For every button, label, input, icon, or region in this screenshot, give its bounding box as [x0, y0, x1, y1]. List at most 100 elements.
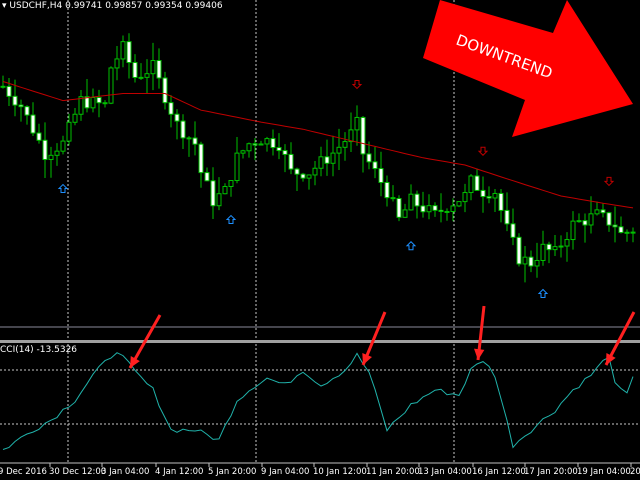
candle-body: [162, 77, 168, 104]
candle-body: [96, 97, 102, 104]
sell-arrow-icon: [603, 176, 615, 187]
collapse-icon[interactable]: ▾: [2, 1, 7, 11]
time-tick-label: 19 Jan 04:00: [577, 467, 631, 477]
candle-body: [18, 104, 24, 108]
time-tick-label: 20: [630, 467, 640, 477]
time-tick-label: 30 Dec 12:00: [49, 467, 107, 477]
candle-body: [402, 209, 408, 218]
candle-body: [210, 180, 216, 207]
candle-body: [12, 95, 18, 106]
candle-body: [570, 220, 576, 241]
time-tick-label: 4 Jan 12:00: [155, 467, 204, 477]
candle-body: [216, 193, 222, 207]
candle-body: [138, 76, 144, 79]
candle-body: [192, 137, 198, 145]
sell-arrow-icon: [477, 146, 489, 156]
candle-body: [378, 168, 384, 183]
candle-body: [342, 141, 348, 148]
candle-body: [324, 156, 330, 164]
candle-body: [144, 73, 150, 78]
candle-body: [468, 175, 474, 194]
buy-arrow-icon: [57, 183, 69, 194]
candle-body: [414, 193, 420, 207]
candle-body: [618, 226, 624, 234]
candle-body: [498, 192, 504, 211]
candle-body: [36, 132, 42, 141]
candle-body: [120, 41, 126, 60]
candle-body: [384, 181, 390, 199]
candle-body: [450, 205, 456, 212]
candle-body: [54, 150, 60, 156]
candle-body: [540, 243, 546, 261]
candle-body: [180, 120, 186, 139]
time-tick-label: 16 Jan 12:00: [472, 467, 526, 477]
candle-body: [522, 256, 528, 265]
candle-body: [48, 154, 54, 161]
candle-body: [312, 167, 318, 176]
chart-title: ▾ USDCHF,H4 0.99741 0.99857 0.99354 0.99…: [2, 1, 223, 11]
candle-body: [510, 223, 516, 238]
sell-arrow-icon: [351, 79, 363, 90]
candle-body: [150, 60, 156, 75]
symbol-label: USDCHF,H4: [9, 1, 63, 11]
time-tick-label: 9 Dec 2016: [0, 467, 47, 477]
candle-body: [282, 150, 288, 155]
candle-body: [360, 116, 366, 155]
cci-line: [2, 352, 634, 450]
candle-body: [462, 192, 468, 203]
buy-arrow-icon: [537, 288, 549, 298]
candle-body: [588, 213, 594, 226]
candle-body: [90, 97, 96, 109]
candle-body: [306, 174, 312, 179]
candle-body: [294, 168, 300, 175]
time-tick-label: 17 Jan 20:00: [524, 467, 578, 477]
candle-body: [582, 220, 588, 226]
candle-body: [576, 220, 582, 223]
candle-body: [318, 156, 324, 169]
time-tick-label: 13 Jan 04:00: [418, 467, 472, 477]
ohlc-values: 0.99741 0.99857 0.99354 0.99406: [65, 1, 223, 11]
candle-body: [252, 143, 258, 146]
candle-body: [516, 236, 522, 265]
candle-body: [438, 209, 444, 212]
candle-body: [600, 209, 606, 214]
candle-body: [528, 256, 534, 267]
candle-body: [456, 201, 462, 207]
candle-body: [594, 209, 600, 215]
candle-body: [198, 143, 204, 174]
pane-splitter[interactable]: [0, 340, 640, 343]
candle-body: [534, 259, 540, 267]
candle-body: [546, 243, 552, 251]
candle-body: [354, 116, 360, 131]
candle-body: [366, 153, 372, 163]
candle-body: [258, 143, 264, 146]
candle-body: [330, 152, 336, 164]
price-chart[interactable]: DOWNTREND: [0, 0, 640, 480]
time-tick-label: 10 Jan 12:00: [313, 467, 367, 477]
candle-body: [630, 231, 636, 234]
candle-body: [432, 205, 438, 211]
candle-body: [60, 140, 66, 152]
time-tick-label: 3 Jan 04:00: [101, 467, 150, 477]
candle-body: [0, 85, 6, 88]
candle-body: [396, 198, 402, 218]
candle-body: [264, 138, 270, 145]
candle-body: [474, 175, 480, 191]
buy-arrow-icon: [225, 214, 237, 225]
candle-body: [42, 139, 48, 161]
candle-body: [30, 114, 36, 134]
candle-body: [156, 60, 162, 79]
candle-body: [426, 205, 432, 213]
candle-body: [390, 197, 396, 200]
candle-body: [480, 189, 486, 198]
candle-body: [240, 150, 246, 154]
candle-body: [492, 192, 498, 199]
candle-body: [228, 180, 234, 188]
candle-body: [66, 121, 72, 142]
candle-body: [6, 85, 12, 97]
candle-body: [246, 143, 252, 152]
candle-body: [72, 113, 78, 123]
candle-body: [552, 246, 558, 251]
candle-body: [372, 161, 378, 170]
candle-body: [168, 102, 174, 115]
